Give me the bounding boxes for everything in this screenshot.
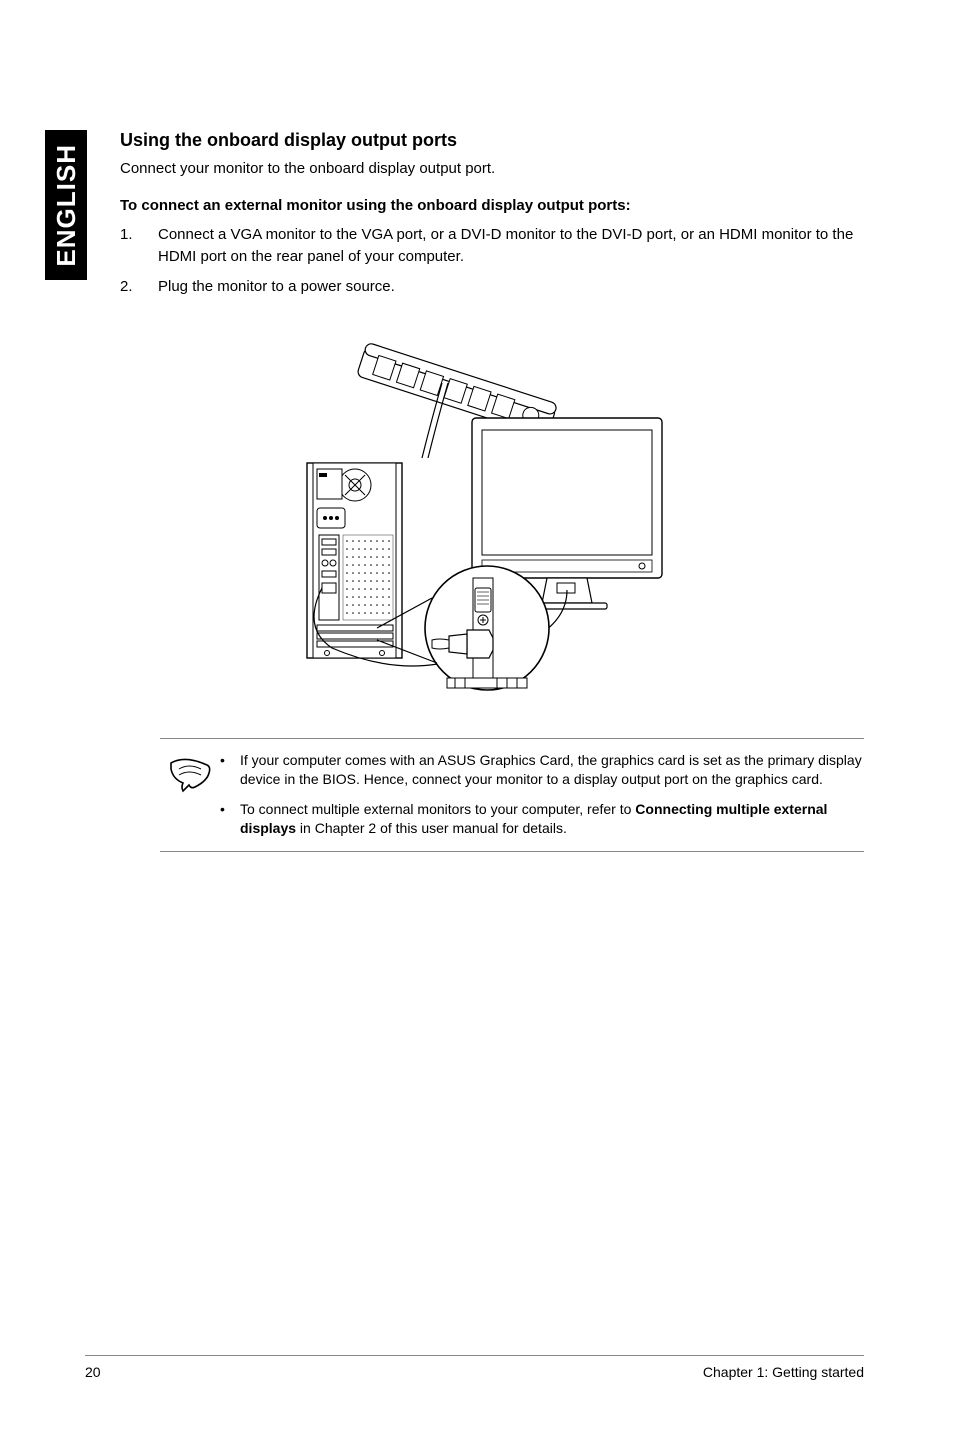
bullet: • [220,751,240,790]
note-icon [160,751,220,839]
chapter-label: Chapter 1: Getting started [703,1364,864,1380]
steps-list: 1. Connect a VGA monitor to the VGA port… [120,224,864,297]
notes-block: • If your computer comes with an ASUS Gr… [160,738,864,852]
note-text: If your computer comes with an ASUS Grap… [240,751,864,790]
step-number: 2. [120,276,158,298]
step-text: Plug the monitor to a power source. [158,276,395,298]
page-footer: 20 Chapter 1: Getting started [85,1355,864,1380]
connection-figure [120,328,864,698]
step-number: 1. [120,224,158,268]
note-item: • If your computer comes with an ASUS Gr… [220,751,864,790]
language-tab-text: ENGLISH [51,144,82,267]
bullet: • [220,800,240,839]
language-tab: ENGLISH [45,130,87,280]
intro-text: Connect your monitor to the onboard disp… [120,159,864,179]
step-text: Connect a VGA monitor to the VGA port, o… [158,224,864,268]
monitor-connection-diagram [282,328,702,698]
page-number: 20 [85,1364,101,1380]
note-item: • To connect multiple external monitors … [220,800,864,839]
note-text: To connect multiple external monitors to… [240,800,864,839]
list-item: 2. Plug the monitor to a power source. [120,276,864,298]
sub-heading: To connect an external monitor using the… [120,197,864,214]
list-item: 1. Connect a VGA monitor to the VGA port… [120,224,864,268]
section-heading: Using the onboard display output ports [120,130,864,151]
